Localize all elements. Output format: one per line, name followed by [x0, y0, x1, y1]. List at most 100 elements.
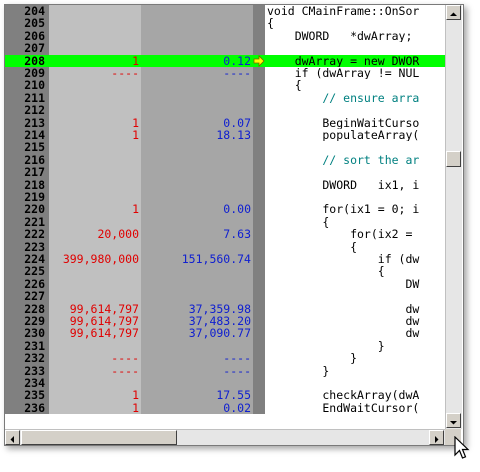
line-time — [141, 79, 253, 92]
source-code-line[interactable]: for(ix2 = — [265, 228, 445, 241]
source-code-line[interactable] — [265, 166, 445, 179]
line-number: 215 — [5, 141, 49, 154]
source-code-line[interactable]: BeginWaitCurso — [265, 116, 445, 129]
source-row[interactable]: 211 // ensure arra — [5, 91, 445, 105]
source-code-line[interactable] — [265, 104, 445, 117]
line-time: ---- — [141, 364, 253, 377]
source-listing: 204 void CMainFrame::OnSor 205{206 DWORD *… — [5, 5, 445, 429]
source-code-line[interactable]: { — [265, 79, 445, 92]
source-row[interactable]: 235 1 17.55 checkArray(dwA — [5, 389, 445, 402]
source-code-line[interactable] — [265, 290, 445, 303]
source-code-line[interactable] — [265, 191, 445, 204]
margin-marker — [253, 290, 265, 303]
source-row[interactable]: 218 DWORD ix1, i — [5, 178, 445, 191]
source-code-line[interactable]: DWORD *dwArray; — [265, 29, 445, 43]
margin-marker — [253, 364, 265, 377]
margin-marker — [253, 29, 265, 43]
source-row[interactable]: 209 ---- ---- if (dwArray != NUL — [5, 67, 445, 79]
source-row[interactable]: 233 ---- ---- } — [5, 364, 445, 377]
margin-marker — [253, 129, 265, 142]
hit-count: ---- — [49, 67, 141, 79]
scroll-right-button[interactable] — [429, 430, 444, 445]
source-row[interactable]: 207 — [5, 42, 445, 55]
source-code-line[interactable]: { — [265, 240, 445, 253]
horizontal-scrollbar[interactable] — [5, 429, 445, 445]
source-code-line[interactable]: EndWaitCursor( — [265, 401, 445, 415]
hit-count — [49, 191, 141, 204]
hit-count: ---- — [49, 352, 141, 365]
source-code-line[interactable]: // sort the ar — [265, 153, 445, 167]
source-row[interactable]: 224 399,980,000 151,560.74 if (dw — [5, 253, 445, 265]
margin-marker — [253, 339, 265, 353]
margin-marker — [253, 215, 265, 229]
line-number: 230 — [5, 327, 49, 340]
source-row[interactable]: 220 1 0.00 for(ix1 = 0; i — [5, 203, 445, 216]
source-row[interactable]: 204 void CMainFrame::OnSor — [5, 5, 445, 17]
source-row[interactable]: 222 20,000 7.63 for(ix2 = — [5, 228, 445, 241]
source-row[interactable]: 227 — [5, 290, 445, 303]
source-code-line[interactable]: void CMainFrame::OnSor — [265, 5, 445, 18]
source-row[interactable]: 236 1 0.02 EndWaitCursor( — [5, 401, 445, 415]
source-row[interactable]: 232 ---- ---- } — [5, 352, 445, 365]
hit-count — [49, 5, 141, 18]
source-code-line[interactable]: dwArray = new DWOR — [265, 54, 445, 67]
current-line-arrow-icon — [253, 54, 265, 67]
source-row[interactable]: 210 { — [5, 79, 445, 92]
hit-count — [49, 166, 141, 179]
vertical-scrollbar[interactable] — [445, 5, 462, 429]
source-row[interactable]: 212 — [5, 104, 445, 117]
source-row[interactable]: 216 // sort the ar — [5, 153, 445, 167]
hit-count — [49, 42, 141, 55]
scroll-left-button[interactable] — [5, 430, 20, 445]
source-code-line[interactable]: if (dw — [265, 253, 445, 266]
scroll-down-button[interactable] — [446, 413, 461, 428]
margin-marker — [253, 315, 265, 328]
source-row[interactable]: 217 — [5, 166, 445, 179]
source-row[interactable]: 230 99,614,797 37,090.77 dw — [5, 327, 445, 340]
line-time: ---- — [141, 352, 253, 365]
source-code-line[interactable]: } — [265, 364, 445, 377]
line-time: 37,090.77 — [141, 327, 253, 340]
margin-marker — [253, 104, 265, 117]
source-code-line[interactable]: } — [265, 339, 445, 353]
source-code-line[interactable] — [265, 42, 445, 55]
vertical-scroll-thumb[interactable] — [446, 151, 461, 167]
source-row[interactable]: 226 DW — [5, 277, 445, 291]
scroll-up-button[interactable] — [446, 5, 461, 20]
line-time — [141, 104, 253, 117]
source-code-line[interactable]: populateArray( — [265, 129, 445, 142]
source-row[interactable]: 206 DWORD *dwArray; — [5, 29, 445, 43]
source-code-line[interactable]: dw — [265, 315, 445, 328]
source-code-line[interactable]: // ensure arra — [265, 91, 445, 105]
source-code-line[interactable]: for(ix1 = 0; i — [265, 203, 445, 216]
source-code-line[interactable]: } — [265, 352, 445, 365]
source-code-line[interactable]: { — [265, 265, 445, 278]
source-code-line[interactable]: { — [265, 17, 445, 30]
source-row[interactable]: 215 — [5, 141, 445, 154]
margin-marker — [253, 401, 265, 415]
horizontal-scroll-thumb[interactable] — [21, 430, 177, 445]
source-code-line[interactable] — [265, 141, 445, 154]
source-code-line[interactable]: dw — [265, 302, 445, 315]
source-row[interactable]: 214 1 18.13 populateArray( — [5, 129, 445, 141]
source-code-line[interactable] — [265, 377, 445, 390]
margin-marker — [253, 389, 265, 402]
source-row[interactable]: 205 { — [5, 17, 445, 30]
line-number: 227 — [5, 290, 49, 303]
margin-marker — [253, 67, 265, 80]
arrow-down-icon — [450, 421, 457, 425]
margin-marker — [253, 253, 265, 266]
line-time: 0.00 — [141, 203, 253, 216]
source-code-line[interactable]: { — [265, 215, 445, 229]
hit-count — [49, 277, 141, 291]
source-code-line[interactable]: checkArray(dwA — [265, 389, 445, 402]
source-row[interactable]: 225 { — [5, 265, 445, 278]
hit-count: 399,980,000 — [49, 253, 141, 265]
source-code-line[interactable]: dw — [265, 327, 445, 340]
line-number: 236 — [5, 401, 49, 414]
source-code-line[interactable]: DWORD ix1, i — [265, 178, 445, 191]
line-time — [141, 5, 253, 18]
source-code-line[interactable]: if (dwArray != NUL — [265, 67, 445, 80]
source-code-line[interactable]: DW — [265, 277, 445, 291]
hit-count: 1 — [49, 401, 141, 414]
